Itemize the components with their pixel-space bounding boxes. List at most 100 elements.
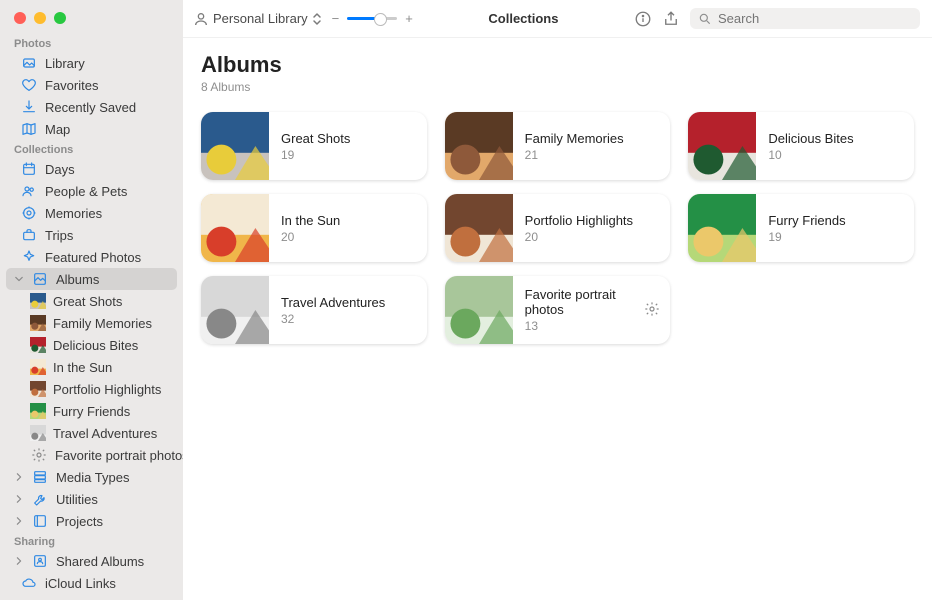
- sidebar-item-label: Favorite portrait photos: [55, 448, 183, 463]
- sidebar-item-albums[interactable]: Albums: [6, 268, 177, 290]
- album-card-in-the-sun[interactable]: In the Sun 20: [201, 194, 427, 262]
- album-thumbnail: [445, 112, 513, 180]
- album-count: 32: [281, 312, 415, 326]
- sidebar-item-label: Shared Albums: [56, 554, 144, 569]
- sidebar-section-header: Sharing: [0, 532, 183, 550]
- album-card-great-shots[interactable]: Great Shots 19: [201, 112, 427, 180]
- sidebar-item-memories[interactable]: Memories: [6, 202, 177, 224]
- sidebar-album-in-the-sun[interactable]: In the Sun: [6, 356, 177, 378]
- gear-icon[interactable]: [644, 301, 670, 320]
- sidebar-item-label: Projects: [56, 514, 103, 529]
- zoom-control[interactable]: − +: [332, 11, 413, 26]
- cloud-link-icon: [20, 575, 38, 591]
- sidebar-item-label: Map: [45, 122, 70, 137]
- library-name: Personal Library: [213, 11, 308, 26]
- zoom-in-icon[interactable]: +: [405, 11, 413, 26]
- sidebar: PhotosLibraryFavoritesRecently SavedMapC…: [0, 0, 183, 600]
- sidebar-item-label: Albums: [56, 272, 99, 287]
- sidebar-item-label: Furry Friends: [53, 404, 130, 419]
- sidebar-album-travel-adventures[interactable]: Travel Adventures: [6, 422, 177, 444]
- zoom-out-icon[interactable]: −: [332, 11, 340, 26]
- sidebar-item-shared-albums[interactable]: Shared Albums: [6, 550, 177, 572]
- minimize-button[interactable]: [34, 12, 46, 24]
- album-thumbnail: [201, 276, 269, 344]
- chevron-right-icon[interactable]: [14, 517, 24, 525]
- updown-icon: [312, 12, 322, 26]
- close-button[interactable]: [14, 12, 26, 24]
- sidebar-item-map[interactable]: Map: [6, 118, 177, 140]
- album-thumbnail: [201, 194, 269, 262]
- album-count: 20: [281, 230, 415, 244]
- page-subtitle: 8 Albums: [201, 80, 914, 94]
- person-icon: [193, 11, 209, 27]
- sidebar-item-label: Trips: [45, 228, 73, 243]
- album-card-family-memories[interactable]: Family Memories 21: [445, 112, 671, 180]
- sidebar-album-furry-friends[interactable]: Furry Friends: [6, 400, 177, 422]
- sidebar-item-library[interactable]: Library: [6, 52, 177, 74]
- sidebar-item-media-types[interactable]: Media Types: [6, 466, 177, 488]
- sidebar-item-label: In the Sun: [53, 360, 112, 375]
- album-thumbnail: [445, 276, 513, 344]
- sidebar-item-label: Days: [45, 162, 75, 177]
- sidebar-item-icloud-links[interactable]: iCloud Links: [6, 572, 177, 594]
- album-count: 20: [525, 230, 659, 244]
- album-thumbnail: [445, 194, 513, 262]
- zoom-slider[interactable]: [347, 17, 397, 20]
- album-card-travel-adventures[interactable]: Travel Adventures 32: [201, 276, 427, 344]
- sidebar-item-label: People & Pets: [45, 184, 127, 199]
- album-name: Furry Friends: [768, 213, 902, 228]
- page-title: Albums: [201, 52, 914, 78]
- calendar-icon: [20, 161, 38, 177]
- album-name: Portfolio Highlights: [525, 213, 659, 228]
- search-input[interactable]: [718, 11, 912, 26]
- sidebar-item-favorites[interactable]: Favorites: [6, 74, 177, 96]
- sidebar-album-favorite-portrait-photos[interactable]: Favorite portrait photos: [6, 444, 177, 466]
- sidebar-item-label: Media Types: [56, 470, 129, 485]
- album-card-furry-friends[interactable]: Furry Friends 19: [688, 194, 914, 262]
- album-name: Favorite portrait photos: [525, 287, 633, 317]
- sidebar-item-days[interactable]: Days: [6, 158, 177, 180]
- album-thumb-icon: [30, 315, 46, 331]
- chevron-right-icon[interactable]: [14, 557, 24, 565]
- sidebar-item-recently-saved[interactable]: Recently Saved: [6, 96, 177, 118]
- sidebar-item-label: Memories: [45, 206, 102, 221]
- sidebar-item-label: Library: [45, 56, 85, 71]
- toolbar: Personal Library − + Collections: [183, 0, 932, 38]
- chevron-right-icon[interactable]: [14, 495, 24, 503]
- photo-stack-icon: [20, 55, 38, 71]
- album-thumb-icon: [30, 403, 46, 419]
- album-card-portfolio-highlights[interactable]: Portfolio Highlights 20: [445, 194, 671, 262]
- share-button[interactable]: [662, 10, 680, 28]
- album-name: Family Memories: [525, 131, 659, 146]
- album-thumb-icon: [30, 359, 46, 375]
- sidebar-item-label: Featured Photos: [45, 250, 141, 265]
- sidebar-album-delicious-bites[interactable]: Delicious Bites: [6, 334, 177, 356]
- library-selector[interactable]: Personal Library: [193, 11, 322, 27]
- sidebar-item-people-pets[interactable]: People & Pets: [6, 180, 177, 202]
- sidebar-album-portfolio-highlights[interactable]: Portfolio Highlights: [6, 378, 177, 400]
- album-name: In the Sun: [281, 213, 415, 228]
- info-button[interactable]: [634, 10, 652, 28]
- album-name: Great Shots: [281, 131, 415, 146]
- chevron-down-icon[interactable]: [14, 275, 24, 283]
- album-thumbnail: [688, 194, 756, 262]
- album-thumb-icon: [30, 337, 46, 353]
- sidebar-album-family-memories[interactable]: Family Memories: [6, 312, 177, 334]
- search-field[interactable]: [690, 8, 920, 29]
- sidebar-item-projects[interactable]: Projects: [6, 510, 177, 532]
- album-card-favorite-portrait-photos[interactable]: Favorite portrait photos 13: [445, 276, 671, 344]
- maximize-button[interactable]: [54, 12, 66, 24]
- album-card-delicious-bites[interactable]: Delicious Bites 10: [688, 112, 914, 180]
- sidebar-album-great-shots[interactable]: Great Shots: [6, 290, 177, 312]
- sidebar-item-label: Portfolio Highlights: [53, 382, 161, 397]
- album-thumb-icon: [30, 293, 46, 309]
- sidebar-item-trips[interactable]: Trips: [6, 224, 177, 246]
- shared-album-icon: [31, 553, 49, 569]
- sidebar-item-featured-photos[interactable]: Featured Photos: [6, 246, 177, 268]
- chevron-right-icon[interactable]: [14, 473, 24, 481]
- album-thumb-icon: [30, 425, 46, 441]
- album-icon: [31, 271, 49, 287]
- sidebar-item-utilities[interactable]: Utilities: [6, 488, 177, 510]
- album-thumbnail: [688, 112, 756, 180]
- album-count: 19: [281, 148, 415, 162]
